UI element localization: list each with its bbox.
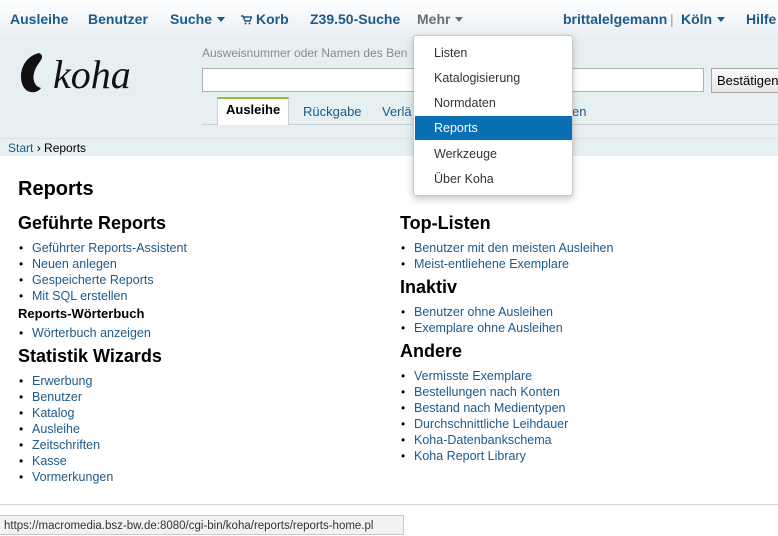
menu-item-listen[interactable]: Listen — [415, 41, 572, 65]
nav-branch-label: Köln — [681, 11, 713, 27]
nav-benutzer[interactable]: Benutzer — [88, 11, 148, 27]
wizard-circulation-link[interactable]: Ausleihe — [32, 422, 80, 436]
nav-z3950[interactable]: Z39.50-Suche — [310, 11, 400, 27]
list-item: Ausleihe — [18, 421, 113, 437]
wizard-acquisitions-link[interactable]: Erwerbung — [32, 374, 92, 388]
top-lists-heading: Top-Listen — [400, 213, 491, 233]
inactive-heading: Inaktiv — [400, 277, 458, 297]
page-title: Reports — [18, 178, 94, 200]
database-schema-link[interactable]: Koha-Datenbankschema — [414, 433, 552, 447]
tab-verlaengern[interactable]: Verlä — [382, 104, 412, 119]
inactive-list: Benutzer ohne Ausleihen Exemplare ohne A… — [400, 304, 563, 336]
list-item: Vermisste Exemplare — [400, 368, 568, 384]
nav-branch[interactable]: Köln — [681, 11, 726, 27]
other-list: Vermisste Exemplare Bestellungen nach Ko… — [400, 368, 568, 464]
top-items-link[interactable]: Meist-entliehene Exemplare — [414, 257, 569, 271]
nav-mehr-label: Mehr — [417, 11, 451, 27]
breadcrumb-current: Reports — [44, 141, 87, 155]
other-heading: Andere — [400, 341, 463, 361]
list-item: Koha Report Library — [400, 448, 568, 464]
lost-items-link[interactable]: Vermisste Exemplare — [414, 369, 532, 383]
guided-reports-heading: Geführte Reports — [18, 213, 167, 233]
breadcrumb-start[interactable]: Start — [8, 141, 33, 155]
breadcrumb-separator: › — [36, 141, 41, 155]
tab-rueckgabe[interactable]: Rückgabe — [303, 104, 362, 119]
footer-divider — [0, 504, 778, 505]
nav-hilfe[interactable]: Hilfe — [746, 11, 776, 27]
wizard-holds-link[interactable]: Vormerkungen — [32, 470, 113, 484]
search-hint: Ausweisnummer oder Namen des Ben — [202, 46, 408, 60]
menu-item-reports[interactable]: Reports — [415, 116, 572, 140]
guided-wizard-link[interactable]: Geführter Reports-Assistent — [32, 241, 187, 255]
list-item: Gespeicherte Reports — [18, 272, 187, 288]
tab-ausleihe[interactable]: Ausleihe — [217, 97, 290, 125]
nav-ausleihe[interactable]: Ausleihe — [10, 11, 68, 27]
breadcrumb: Start › Reports — [0, 138, 778, 156]
wizard-cash-link[interactable]: Kasse — [32, 454, 67, 468]
list-item: Katalog — [18, 405, 113, 421]
dictionary-heading: Reports-Wörterbuch — [18, 306, 145, 321]
saved-reports-link[interactable]: Gespeicherte Reports — [32, 273, 154, 287]
wizard-serials-link[interactable]: Zeitschriften — [32, 438, 100, 452]
wizard-patrons-link[interactable]: Benutzer — [32, 390, 82, 404]
list-item: Kasse — [18, 453, 113, 469]
menu-item-katalogisierung[interactable]: Katalogisierung — [415, 66, 572, 90]
menu-item-normdaten[interactable]: Normdaten — [415, 91, 572, 115]
dictionary-link[interactable]: Wörterbuch anzeigen — [32, 326, 151, 340]
list-item: Wörterbuch anzeigen — [18, 325, 151, 341]
nav-korb-label: Korb — [256, 11, 289, 27]
wizard-catalog-link[interactable]: Katalog — [32, 406, 74, 420]
orders-by-fund-link[interactable]: Bestellungen nach Konten — [414, 385, 560, 399]
list-item: Exemplare ohne Ausleihen — [400, 320, 563, 336]
wizards-heading: Statistik Wizards — [18, 346, 162, 366]
list-item: Vormerkungen — [18, 469, 113, 485]
caret-down-icon — [717, 16, 726, 22]
list-item: Neuen anlegen — [18, 256, 187, 272]
wizards-list: Erwerbung Benutzer Katalog Ausleihe Zeit… — [18, 373, 113, 485]
list-item: Benutzer mit den meisten Ausleihen — [400, 240, 613, 256]
mehr-dropdown-menu: Listen Katalogisierung Normdaten Reports… — [413, 35, 573, 196]
caret-down-icon — [217, 16, 226, 22]
report-library-link[interactable]: Koha Report Library — [414, 449, 526, 463]
dictionary-list: Wörterbuch anzeigen — [18, 325, 151, 341]
list-item: Benutzer — [18, 389, 113, 405]
list-item: Bestellungen nach Konten — [400, 384, 568, 400]
nav-suche-label: Suche — [170, 11, 213, 27]
inactive-items-link[interactable]: Exemplare ohne Ausleihen — [414, 321, 563, 335]
list-item: Mit SQL erstellen — [18, 288, 187, 304]
menu-item-werkzeuge[interactable]: Werkzeuge — [415, 142, 572, 166]
nav-separator: | — [670, 11, 674, 27]
sql-report-link[interactable]: Mit SQL erstellen — [32, 289, 127, 303]
nav-mehr[interactable]: Mehr — [417, 11, 464, 27]
menu-item-ueber-koha[interactable]: Über Koha — [415, 167, 572, 191]
catalog-by-itemtype-link[interactable]: Bestand nach Medientypen — [414, 401, 566, 415]
list-item: Benutzer ohne Ausleihen — [400, 304, 563, 320]
list-item: Koha-Datenbankschema — [400, 432, 568, 448]
caret-down-icon — [455, 16, 464, 22]
list-item: Erwerbung — [18, 373, 113, 389]
new-report-link[interactable]: Neuen anlegen — [32, 257, 117, 271]
average-loan-time-link[interactable]: Durchschnittliche Leihdauer — [414, 417, 568, 431]
cart-icon — [241, 15, 252, 25]
guided-reports-list: Geführter Reports-Assistent Neuen anlege… — [18, 240, 187, 304]
top-navigation: Ausleihe Benutzer Suche Korb Z39.50-Such… — [0, 0, 778, 38]
tab-suchen[interactable]: en — [572, 104, 586, 119]
list-item: Meist-entliehene Exemplare — [400, 256, 613, 272]
top-patrons-link[interactable]: Benutzer mit den meisten Ausleihen — [414, 241, 613, 255]
list-item: Geführter Reports-Assistent — [18, 240, 187, 256]
list-item: Durchschnittliche Leihdauer — [400, 416, 568, 432]
nav-korb[interactable]: Korb — [241, 11, 289, 27]
submit-button[interactable]: Bestätigen — [711, 68, 778, 93]
browser-status-bar: https://macromedia.bsz-bw.de:8080/cgi-bi… — [0, 515, 404, 535]
list-item: Bestand nach Medientypen — [400, 400, 568, 416]
inactive-patrons-link[interactable]: Benutzer ohne Ausleihen — [414, 305, 553, 319]
list-item: Zeitschriften — [18, 437, 113, 453]
nav-suche[interactable]: Suche — [170, 11, 226, 27]
koha-logo[interactable]: koha — [17, 50, 173, 96]
nav-user[interactable]: brittalelgemann — [563, 11, 667, 27]
top-lists-list: Benutzer mit den meisten Ausleihen Meist… — [400, 240, 613, 272]
svg-text:koha: koha — [53, 52, 131, 96]
